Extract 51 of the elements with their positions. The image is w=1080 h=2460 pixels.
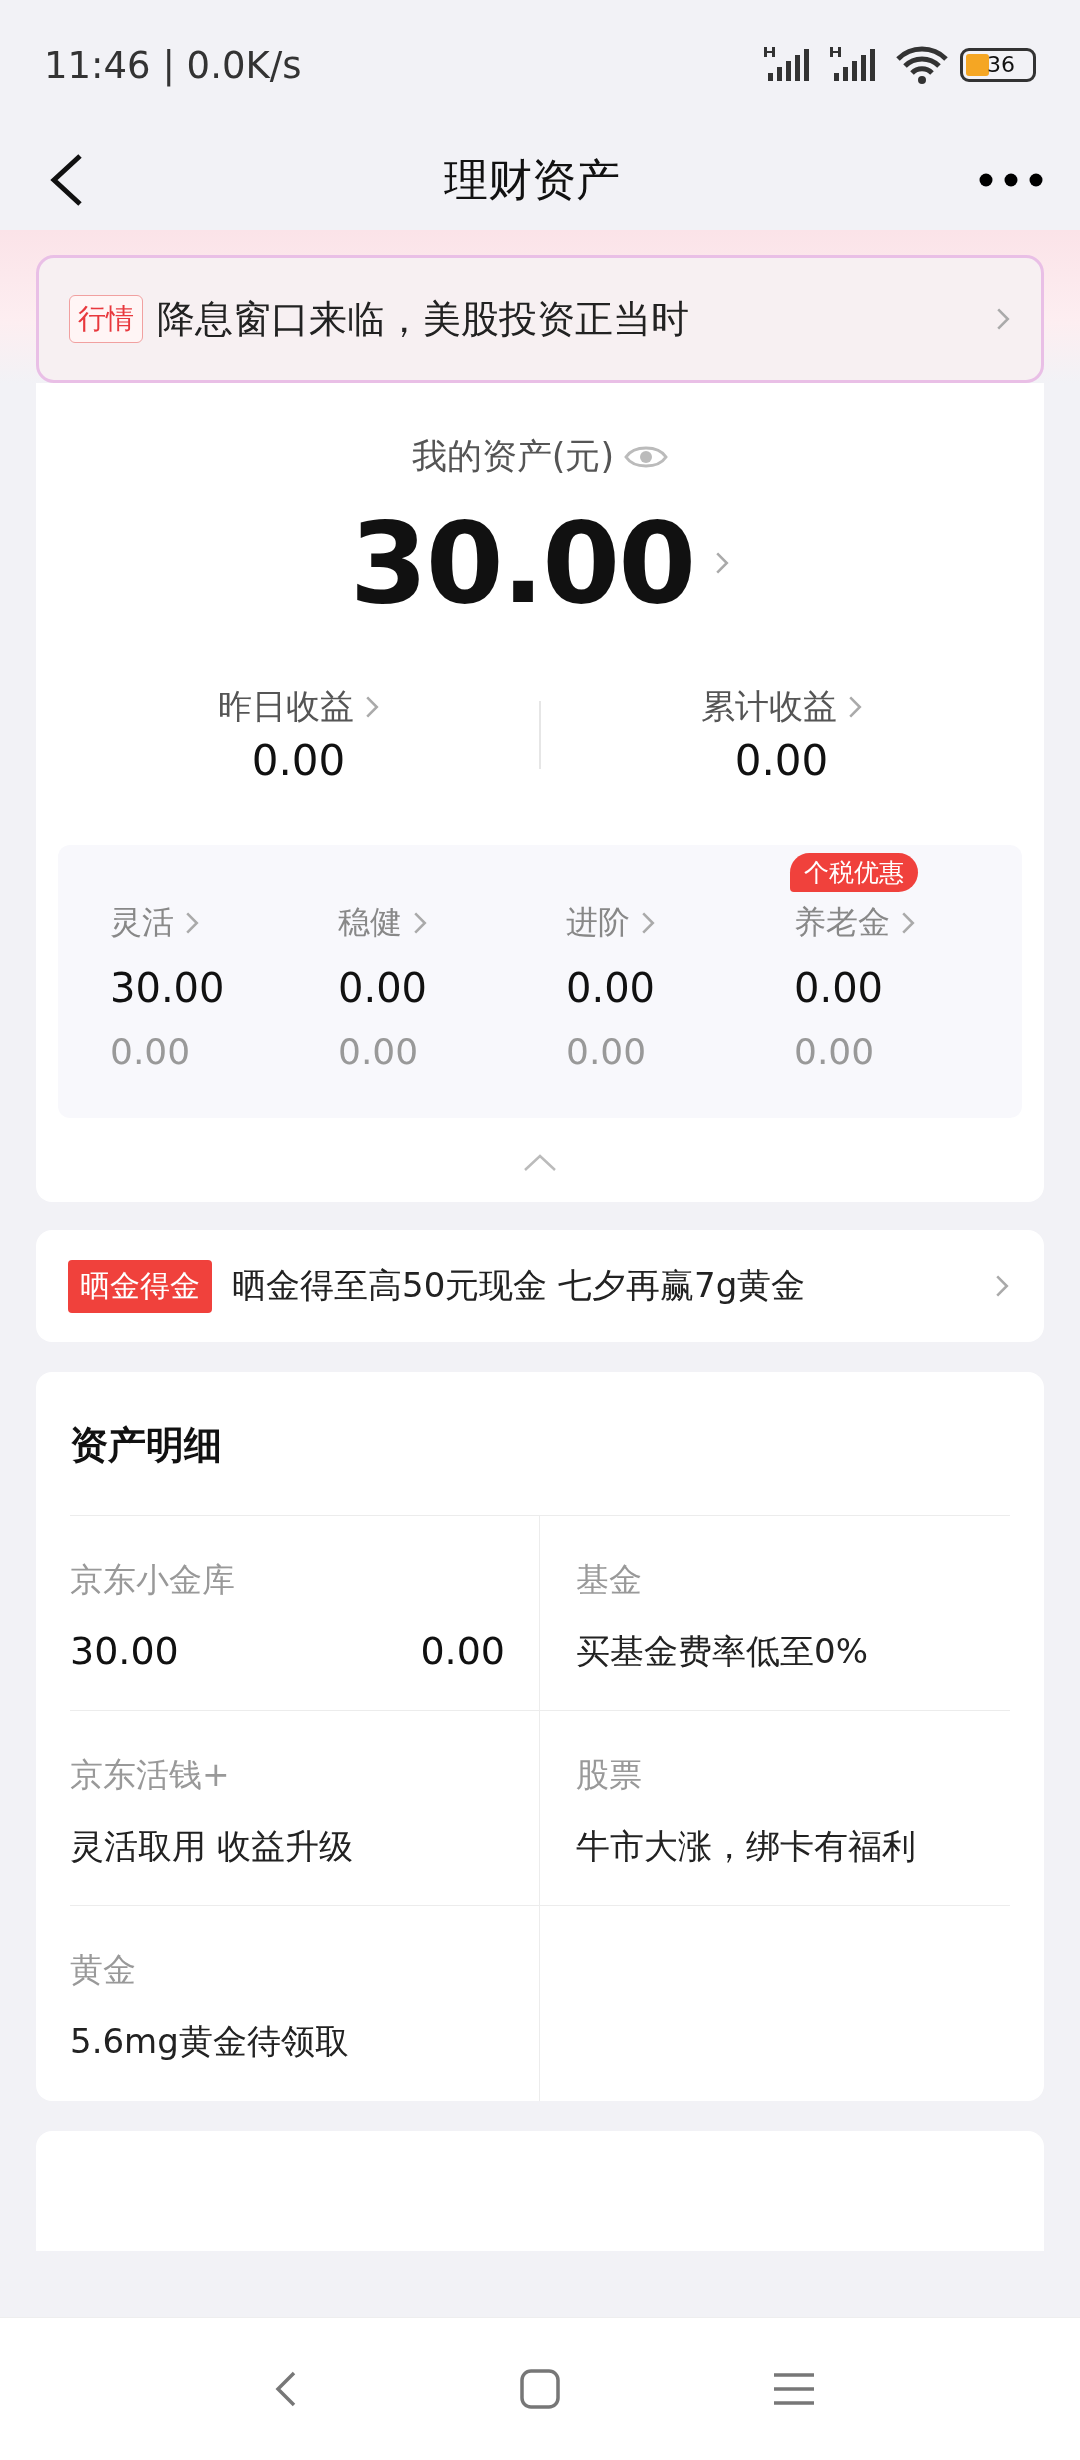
category-earnings: 0.00 [338,1031,420,1072]
asset-description: 买基金费率低至0% [576,1630,869,1673]
category-label[interactable]: 养老金 [794,901,890,945]
asset-name[interactable]: 股票 [576,1753,1010,1798]
chevron-right-icon [714,550,731,576]
promo-card[interactable]: 晒金得金 晒金得至高50元现金 七夕再赢7g黄金 [36,1230,1044,1342]
chevron-right-icon [412,910,428,936]
asset-description: 牛市大涨，绑卡有福利 [576,1825,917,1868]
promo-tag: 晒金得金 [68,1259,212,1313]
category-label[interactable]: 稳健 [338,901,402,945]
more-icon[interactable] [978,172,1044,188]
earnings-value: 0.00 [734,736,829,785]
asset-amount: 30.00 [70,1629,179,1673]
asset-name[interactable]: 京东活钱+ [70,1753,505,1798]
asset-name[interactable]: 基金 [576,1558,1010,1603]
category-value: 0.00 [338,965,429,1011]
earnings-value: 0.00 [251,736,346,785]
news-tag: 行情 [69,295,143,343]
category-earnings: 0.00 [794,1031,876,1072]
asset-description: 5.6mg黄金待领取 [70,2020,350,2063]
assets-label: 我的资产(元) [411,435,615,478]
category-value: 30.00 [110,965,226,1011]
home-icon[interactable] [518,2367,562,2411]
asset-description: 灵活取用 收益升级 [70,1825,354,1868]
category-value: 0.00 [566,965,657,1011]
asset-earnings: 0.00 [420,1629,505,1673]
chevron-right-icon [184,910,200,936]
page-title: 理财资产 [444,152,620,207]
total-assets[interactable]: 30.00 [349,498,695,628]
chevron-right-icon [363,694,380,720]
category-earnings: 0.00 [110,1031,192,1072]
status-time: 11:46 | 0.0K/s [44,43,302,87]
wifi-icon [896,45,948,85]
category-value: 0.00 [794,965,885,1011]
category-label[interactable]: 进阶 [566,901,630,945]
category-earnings: 0.00 [566,1031,648,1072]
asset-name[interactable]: 京东小金库 [70,1558,505,1603]
category-label[interactable]: 灵活 [110,901,174,945]
asset-name[interactable]: 黄金 [70,1948,505,1993]
chevron-right-icon [994,1273,1010,1299]
chevron-right-icon [846,694,863,720]
news-banner[interactable]: 行情 降息窗口来临，美股投资正当时 [36,255,1044,383]
tax-badge: 个税优惠 [790,853,918,892]
section-title: 资产明细 [70,1422,223,1469]
promo-text: 晒金得至高50元现金 七夕再赢7g黄金 [232,1264,807,1307]
news-headline: 降息窗口来临，美股投资正当时 [157,295,690,343]
chevron-right-icon [900,910,916,936]
chevron-right-icon [995,306,1011,332]
earnings-label[interactable]: 昨日收益 [217,684,354,730]
chevron-right-icon [640,910,656,936]
earnings-label[interactable]: 累计收益 [700,684,837,730]
